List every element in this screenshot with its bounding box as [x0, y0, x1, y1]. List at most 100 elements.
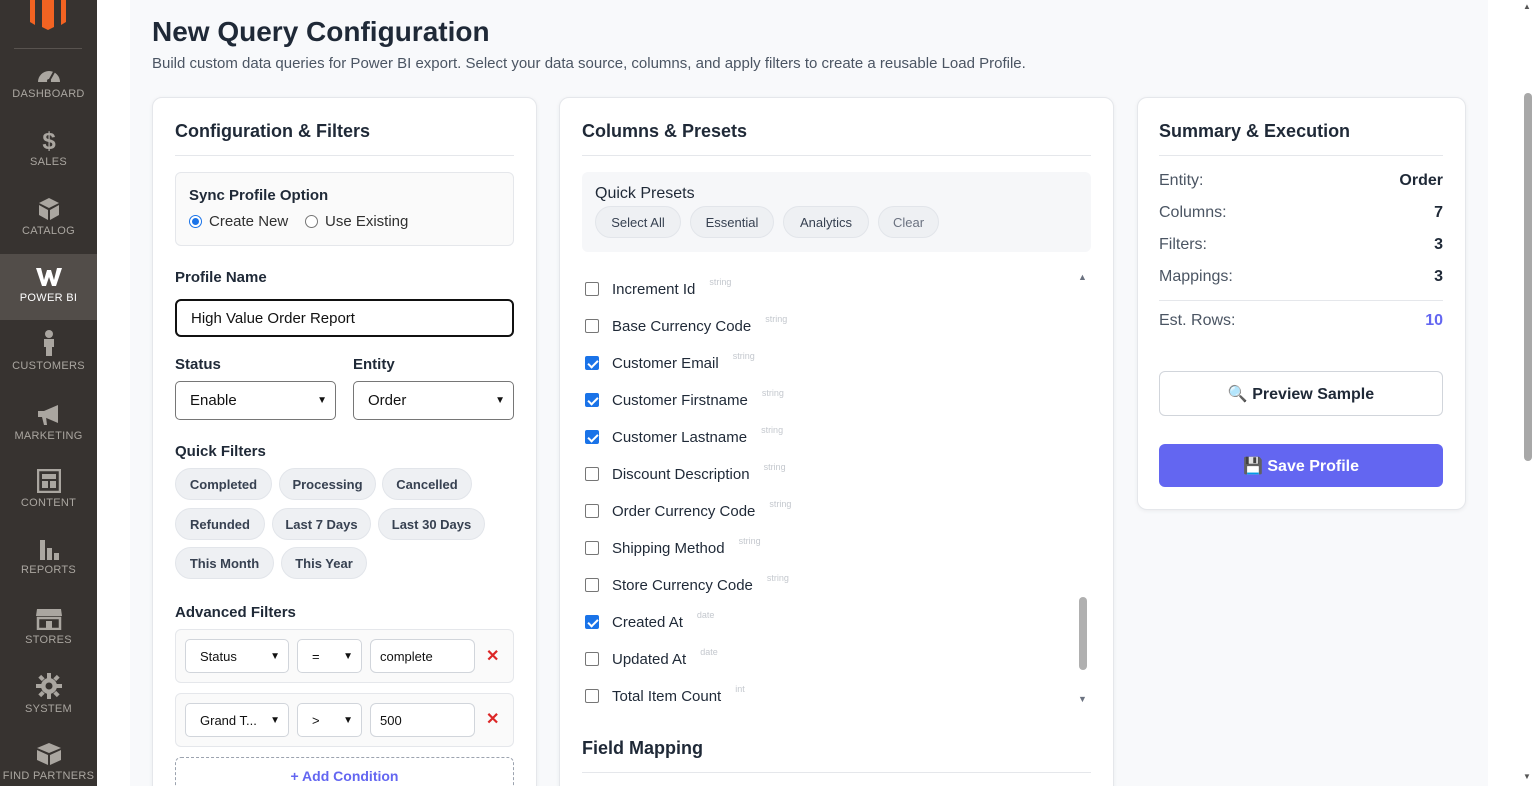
summary-row-entity: Entity: Order — [1159, 172, 1443, 190]
column-type: string — [769, 499, 792, 509]
radio-dot[interactable] — [305, 215, 318, 228]
window-scroll-down-icon[interactable]: ▼ — [1523, 772, 1531, 781]
quick-filter-refunded[interactable]: Refunded — [175, 508, 265, 540]
preset-essential[interactable]: Essential — [690, 206, 774, 238]
filter-value-input[interactable]: 500 — [370, 703, 475, 737]
nav-dashboard[interactable]: DASHBOARD — [0, 64, 97, 130]
scroll-down-icon[interactable]: ▼ — [1078, 694, 1087, 704]
column-name: Updated At — [612, 650, 687, 668]
column-item[interactable]: Store Currency Code string — [585, 573, 789, 595]
nav-label: REPORTS — [20, 564, 77, 576]
column-type: string — [709, 277, 732, 287]
column-type: string — [732, 351, 755, 361]
nav-label: CATALOG — [21, 225, 76, 237]
scroll-up-icon[interactable]: ▲ — [1078, 272, 1087, 282]
column-checkbox[interactable] — [585, 282, 599, 296]
preset-analytics[interactable]: Analytics — [783, 206, 869, 238]
nav-reports[interactable]: REPORTS — [0, 538, 97, 604]
column-list-scrollbar[interactable] — [1079, 597, 1087, 670]
column-checkbox[interactable] — [585, 356, 599, 370]
nav-label: SALES — [30, 156, 67, 168]
columns-card-title: Columns & Presets — [582, 121, 748, 141]
column-checkbox[interactable] — [585, 504, 599, 518]
status-select[interactable]: Enable ▼ — [175, 381, 336, 420]
config-card-title: Configuration & Filters — [175, 121, 370, 141]
column-item[interactable]: Customer Firstname string — [585, 388, 784, 410]
column-checkbox[interactable] — [585, 467, 599, 481]
nav-label: POWER BI — [19, 292, 78, 304]
nav-label: MARKETING — [14, 430, 83, 442]
add-condition-button[interactable]: + Add Condition — [175, 757, 514, 786]
quick-filter-this-month[interactable]: This Month — [175, 547, 274, 579]
remove-filter-icon[interactable]: ✕ — [486, 646, 499, 666]
column-checkbox[interactable] — [585, 430, 599, 444]
card-divider — [582, 155, 1091, 156]
column-item[interactable]: Customer Lastname string — [585, 425, 783, 447]
column-item[interactable]: Shipping Method string — [585, 536, 761, 558]
nav-label: DASHBOARD — [12, 88, 85, 100]
nav-customers[interactable]: CUSTOMERS — [0, 330, 97, 396]
save-profile-button[interactable]: 💾 Save Profile — [1159, 444, 1443, 487]
column-name: Increment Id — [612, 280, 696, 298]
window-scroll-up-icon[interactable]: ▲ — [1523, 2, 1531, 11]
preview-sample-button[interactable]: 🔍 Preview Sample — [1159, 371, 1443, 416]
bar-chart-icon — [39, 540, 59, 560]
column-item[interactable]: Increment Id string — [585, 277, 732, 299]
sync-profile-box — [175, 172, 514, 246]
column-item[interactable]: Discount Description string — [585, 462, 786, 484]
nav-system[interactable]: SYSTEM — [0, 673, 97, 739]
radio-dot[interactable] — [189, 215, 202, 228]
magento-logo-icon[interactable] — [28, 0, 68, 30]
nav-label: SYSTEM — [24, 703, 73, 715]
quick-filter-completed[interactable]: Completed — [175, 468, 272, 500]
nav-power-bi[interactable]: POWER BI — [0, 254, 97, 320]
preset-select-all[interactable]: Select All — [595, 206, 681, 238]
preset-clear[interactable]: Clear — [878, 206, 939, 238]
column-type: string — [766, 573, 789, 583]
column-item[interactable]: Created At date — [585, 610, 714, 632]
quick-filter-cancelled[interactable]: Cancelled — [382, 468, 472, 500]
entity-select[interactable]: Order ▼ — [353, 381, 514, 420]
quick-filter-this-year[interactable]: This Year — [281, 547, 367, 579]
column-item[interactable]: Order Currency Code string — [585, 499, 792, 521]
quick-filters-label: Quick Filters — [175, 443, 266, 460]
window-scrollbar[interactable] — [1524, 93, 1532, 461]
page-subtitle: Build custom data queries for Power BI e… — [152, 55, 1026, 72]
column-item[interactable]: Total Item Count int — [585, 684, 745, 706]
nav-find-partners[interactable]: FIND PARTNERS — [0, 742, 97, 786]
filter-operator-select[interactable]: = ▼ — [297, 639, 362, 673]
column-checkbox[interactable] — [585, 689, 599, 703]
filter-field-select[interactable]: Status ▼ — [185, 639, 289, 673]
radio-use-existing[interactable]: Use Existing — [305, 213, 408, 230]
quick-filter-last-30-days[interactable]: Last 30 Days — [378, 508, 485, 540]
column-checkbox[interactable] — [585, 578, 599, 592]
status-select-value: Enable — [190, 392, 237, 409]
summary-row-columns: Columns: 7 — [1159, 204, 1443, 222]
column-checkbox[interactable] — [585, 541, 599, 555]
profile-name-label: Profile Name — [175, 269, 267, 286]
column-checkbox[interactable] — [585, 393, 599, 407]
column-item[interactable]: Updated At date — [585, 647, 718, 669]
filter-operator-select[interactable]: > ▼ — [297, 703, 362, 737]
profile-name-input[interactable]: High Value Order Report — [175, 299, 514, 337]
radio-label: Use Existing — [325, 213, 409, 230]
nav-marketing[interactable]: MARKETING — [0, 404, 97, 470]
filter-value-input[interactable]: complete — [370, 639, 475, 673]
filter-operator-value: = — [312, 648, 320, 664]
remove-filter-icon[interactable]: ✕ — [486, 709, 499, 729]
column-name: Store Currency Code — [612, 576, 753, 594]
column-checkbox[interactable] — [585, 319, 599, 333]
summary-row-filters: Filters: 3 — [1159, 236, 1443, 254]
nav-stores[interactable]: STORES — [0, 608, 97, 674]
chevron-down-icon: ▼ — [343, 650, 353, 662]
nav-content[interactable]: CONTENT — [0, 469, 97, 535]
column-item[interactable]: Customer Email string — [585, 351, 755, 373]
quick-filter-processing[interactable]: Processing — [279, 468, 376, 500]
column-item[interactable]: Base Currency Code string — [585, 314, 787, 336]
filter-field-select[interactable]: Grand T... ▼ — [185, 703, 289, 737]
column-checkbox[interactable] — [585, 615, 599, 629]
quick-filter-last-7-days[interactable]: Last 7 Days — [272, 508, 371, 540]
column-checkbox[interactable] — [585, 652, 599, 666]
nav-sales[interactable]: $ SALES — [0, 128, 97, 194]
radio-create-new[interactable]: Create New — [189, 213, 288, 230]
